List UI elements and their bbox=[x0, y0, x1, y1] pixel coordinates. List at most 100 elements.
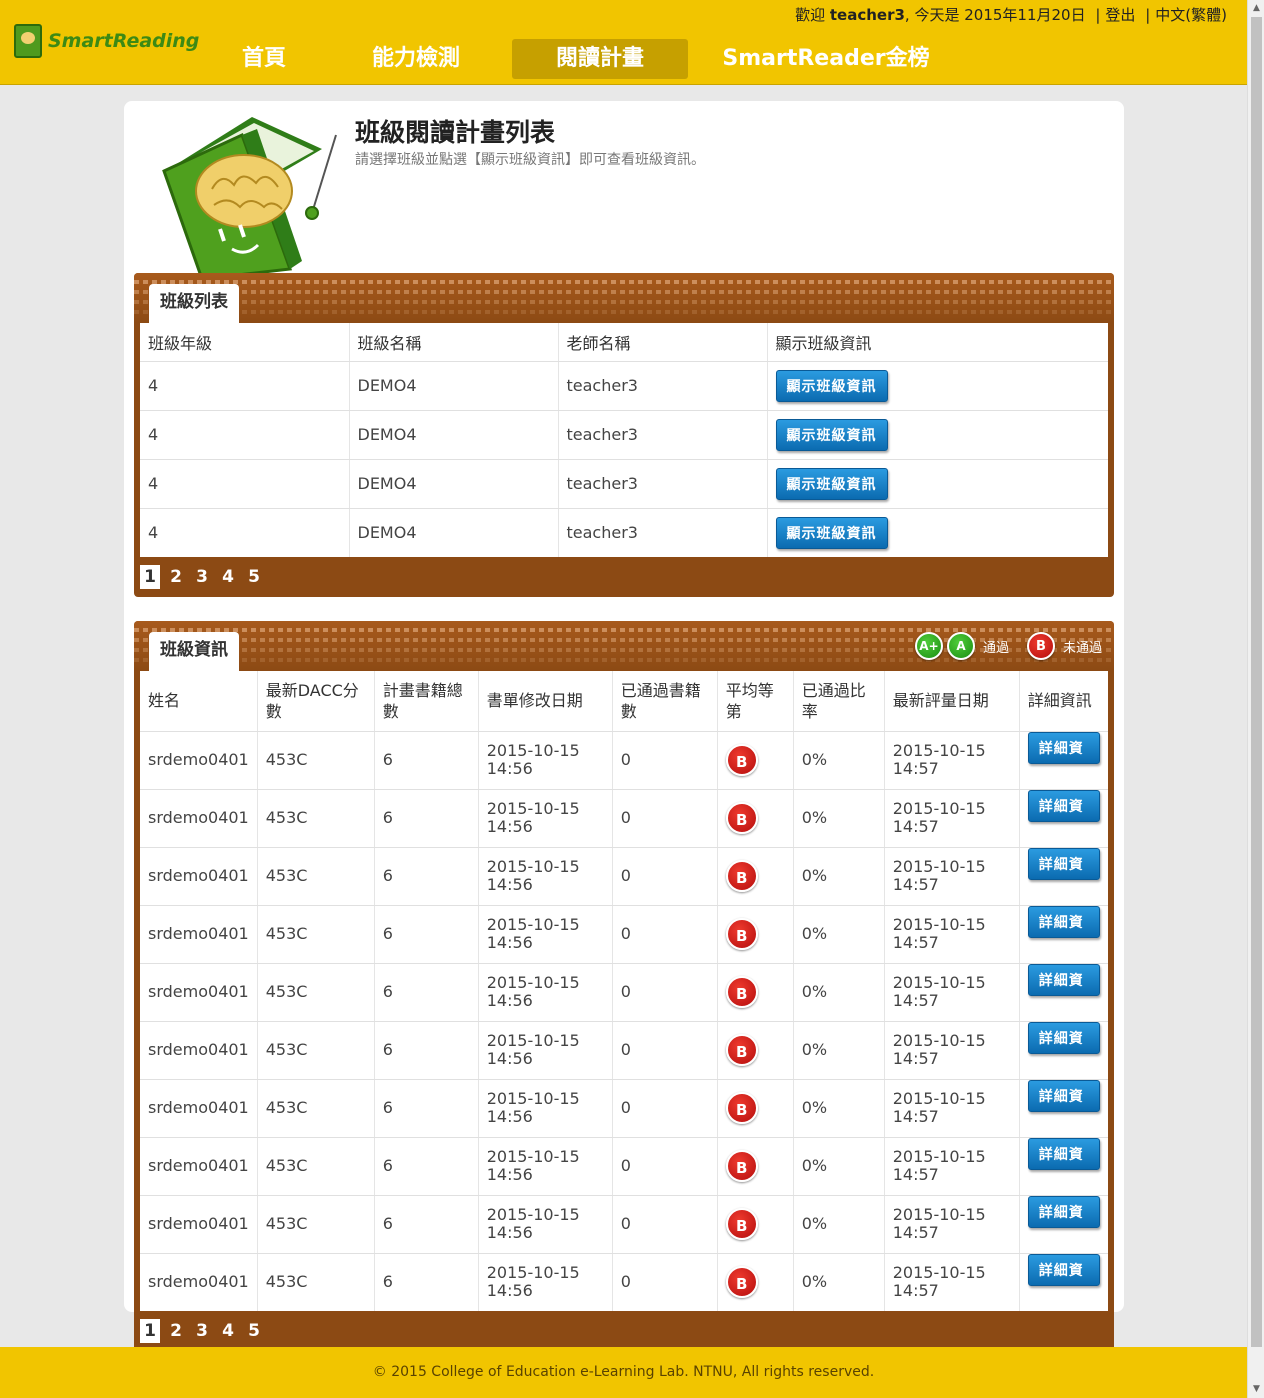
average-grade-cell: B bbox=[717, 1079, 794, 1138]
vertical-scrollbar[interactable]: ▲ ▼ bbox=[1247, 0, 1264, 1398]
page-link-current[interactable]: 1 bbox=[140, 565, 160, 589]
dacc-score: 453C bbox=[257, 963, 375, 1022]
nav-item-home[interactable]: 首頁 bbox=[208, 39, 320, 79]
dacc-score: 453C bbox=[257, 1137, 375, 1196]
passed-book-count: 0 bbox=[612, 847, 718, 906]
detail-cell: 詳細資訊 bbox=[1019, 789, 1108, 848]
pass-rate: 0% bbox=[793, 1021, 885, 1080]
nav-item-reading-plan[interactable]: 閱讀計畫 bbox=[512, 39, 688, 79]
show-class-info-button[interactable]: 顯示班級資訊 bbox=[775, 418, 888, 451]
column-header: 最新DACC分數 bbox=[257, 671, 375, 732]
average-grade-cell: B bbox=[717, 963, 794, 1022]
class-grade: 4 bbox=[140, 361, 350, 411]
detail-info-button[interactable]: 詳細資訊 bbox=[1027, 789, 1100, 847]
grade-badge-b: B bbox=[725, 1150, 758, 1182]
nav-item-leaderboard[interactable]: SmartReader金榜 bbox=[688, 39, 964, 79]
class-list-tab[interactable]: 班級列表 bbox=[149, 284, 239, 323]
passed-book-count: 0 bbox=[612, 1079, 718, 1138]
site-logo[interactable]: SmartReading bbox=[14, 24, 199, 58]
page-link[interactable]: 2 bbox=[166, 565, 186, 589]
passed-book-count: 0 bbox=[612, 905, 718, 964]
list-modified-date: 2015-10-15 14:56 bbox=[478, 847, 613, 906]
page-link[interactable]: 3 bbox=[192, 1319, 212, 1343]
page-link[interactable]: 4 bbox=[218, 565, 238, 589]
page-link-current[interactable]: 1 bbox=[140, 1318, 160, 1343]
table-row: srdemo0401 453C 6 2015-10-15 14:56 0 B 0% 2015-… bbox=[140, 789, 1108, 848]
dacc-score: 453C bbox=[257, 1079, 375, 1138]
latest-eval-date: 2015-10-15 14:57 bbox=[884, 963, 1020, 1022]
class-info-table-wrap: 姓名 最新DACC分數 計畫書籍總數 書單修改日期 已通過書籍數 平均等第 已通… bbox=[140, 671, 1108, 1311]
main-card: 班級閱讀計畫列表 請選擇班級並點選【顯示班級資訊】即可查看班級資訊。 班級列表 … bbox=[124, 101, 1124, 1351]
scroll-down-icon[interactable]: ▼ bbox=[1248, 1381, 1264, 1398]
class-info-table: 姓名 最新DACC分數 計畫書籍總數 書單修改日期 已通過書籍數 平均等第 已通… bbox=[140, 671, 1108, 1311]
class-list-panel-header: 班級列表 bbox=[134, 273, 1114, 323]
plan-book-total: 6 bbox=[374, 905, 479, 964]
detail-info-button[interactable]: 詳細資訊 bbox=[1027, 847, 1100, 905]
table-row: srdemo0401 453C 6 2015-10-15 14:56 0 B 0% 2015-… bbox=[140, 731, 1108, 790]
column-header: 老師名稱 bbox=[558, 323, 768, 362]
show-class-info-button[interactable]: 顯示班級資訊 bbox=[775, 369, 888, 402]
average-grade-cell: B bbox=[717, 847, 794, 906]
list-modified-date: 2015-10-15 14:56 bbox=[478, 1137, 613, 1196]
column-header: 姓名 bbox=[140, 671, 258, 732]
plan-book-total: 6 bbox=[374, 963, 479, 1022]
scroll-up-icon[interactable]: ▲ bbox=[1248, 0, 1264, 17]
latest-eval-date: 2015-10-15 14:57 bbox=[884, 1195, 1020, 1254]
show-class-info-button[interactable]: 顯示班級資訊 bbox=[775, 516, 888, 549]
class-name: DEMO4 bbox=[349, 361, 559, 411]
average-grade-cell: B bbox=[717, 905, 794, 964]
detail-info-button[interactable]: 詳細資訊 bbox=[1027, 1021, 1100, 1079]
detail-info-button[interactable]: 詳細資訊 bbox=[1027, 963, 1100, 1021]
grade-badge-b: B bbox=[725, 918, 758, 950]
average-grade-cell: B bbox=[717, 1195, 794, 1254]
passed-book-count: 0 bbox=[612, 1021, 718, 1080]
grade-badge-b: B bbox=[725, 860, 758, 892]
pass-rate: 0% bbox=[793, 905, 885, 964]
student-name: srdemo0401 bbox=[140, 1195, 258, 1254]
nav-item-assessment[interactable]: 能力檢測 bbox=[320, 39, 512, 79]
page-link[interactable]: 5 bbox=[244, 1319, 264, 1343]
class-info-tab[interactable]: 班級資訊 bbox=[149, 632, 239, 671]
grade-badge-b: B bbox=[725, 1092, 758, 1124]
page-link[interactable]: 4 bbox=[218, 1319, 238, 1343]
table-row: 4 DEMO4 teacher3 顯示班級資訊 bbox=[140, 459, 1108, 509]
page-link[interactable]: 3 bbox=[192, 565, 212, 589]
plan-book-total: 6 bbox=[374, 1253, 479, 1311]
detail-info-button[interactable]: 詳細資訊 bbox=[1027, 1253, 1100, 1311]
class-info-pagination: 1 2 3 4 5 bbox=[134, 1311, 1114, 1351]
grade-legend: A+ A 通過 B 未通過 bbox=[914, 632, 1102, 660]
page-link[interactable]: 2 bbox=[166, 1319, 186, 1343]
table-row: 4 DEMO4 teacher3 顯示班級資訊 bbox=[140, 410, 1108, 460]
dacc-score: 453C bbox=[257, 1021, 375, 1080]
page-link[interactable]: 5 bbox=[244, 565, 264, 589]
detail-info-button[interactable]: 詳細資訊 bbox=[1027, 1137, 1100, 1195]
latest-eval-date: 2015-10-15 14:57 bbox=[884, 1137, 1020, 1196]
detail-cell: 詳細資訊 bbox=[1019, 1253, 1108, 1311]
latest-eval-date: 2015-10-15 14:57 bbox=[884, 847, 1020, 906]
table-row: srdemo0401 453C 6 2015-10-15 14:56 0 B 0% 2015-… bbox=[140, 1021, 1108, 1080]
show-class-info-button[interactable]: 顯示班級資訊 bbox=[775, 467, 888, 500]
column-header: 詳細資訊 bbox=[1019, 671, 1108, 732]
mascot-book-illustration bbox=[162, 117, 337, 279]
table-header-row: 班級年級 班級名稱 老師名稱 顯示班級資訊 bbox=[140, 323, 1108, 362]
table-row: srdemo0401 453C 6 2015-10-15 14:56 0 B 0% 2015-… bbox=[140, 905, 1108, 964]
detail-info-button[interactable]: 詳細資訊 bbox=[1027, 1195, 1100, 1253]
detail-info-button[interactable]: 詳細資訊 bbox=[1027, 1079, 1100, 1137]
pass-rate: 0% bbox=[793, 1137, 885, 1196]
table-row: srdemo0401 453C 6 2015-10-15 14:56 0 B 0% 2015-… bbox=[140, 963, 1108, 1022]
column-header: 書單修改日期 bbox=[478, 671, 613, 732]
plan-book-total: 6 bbox=[374, 1021, 479, 1080]
column-header: 平均等第 bbox=[717, 671, 794, 732]
scrollbar-thumb[interactable] bbox=[1251, 17, 1262, 1347]
detail-info-button[interactable]: 詳細資訊 bbox=[1027, 905, 1100, 963]
plan-book-total: 6 bbox=[374, 1079, 479, 1138]
page-subtitle: 請選擇班級並點選【顯示班級資訊】即可查看班級資訊。 bbox=[355, 152, 705, 168]
pass-rate: 0% bbox=[793, 963, 885, 1022]
detail-info-button[interactable]: 詳細資訊 bbox=[1027, 731, 1100, 789]
detail-cell: 詳細資訊 bbox=[1019, 1137, 1108, 1196]
teacher-name: teacher3 bbox=[558, 410, 768, 460]
dacc-score: 453C bbox=[257, 847, 375, 906]
book-logo-icon bbox=[14, 24, 42, 58]
language-link[interactable]: 中文(繁體) bbox=[1155, 6, 1227, 24]
logout-link[interactable]: 登出 bbox=[1105, 6, 1135, 24]
